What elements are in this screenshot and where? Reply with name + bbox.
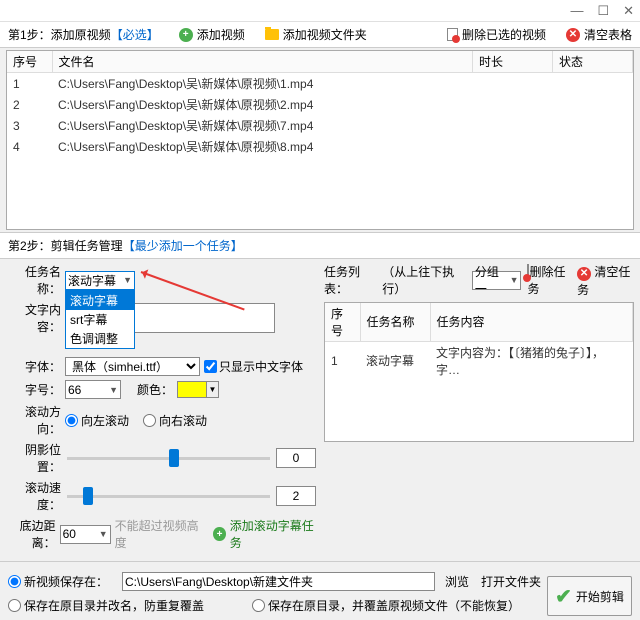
- group-select[interactable]: 分组一▼: [472, 271, 522, 290]
- video-table[interactable]: 序号 文件名 时长 状态 1C:\Users\Fang\Desktop\吴\新媒…: [6, 50, 634, 230]
- check-icon: ✔: [555, 584, 572, 609]
- save-to-radio[interactable]: 新视频保存在：: [8, 573, 108, 590]
- x-icon: ✕: [577, 267, 591, 281]
- start-edit-button[interactable]: ✔ 开始剪辑: [547, 576, 632, 616]
- delete-task-button[interactable]: 删除任务: [527, 263, 571, 297]
- tcol-name[interactable]: 任务名称: [360, 303, 430, 342]
- step2-header: 第2步：剪辑任务管理【最少添加一个任务】: [0, 232, 640, 259]
- speed-label: 滚动速度：: [6, 479, 61, 513]
- task-name-combo[interactable]: 滚动字幕▼: [65, 271, 135, 290]
- x-icon: ✕: [566, 28, 580, 42]
- col-status[interactable]: 状态: [553, 51, 633, 73]
- shadow-pos-slider[interactable]: [67, 448, 270, 468]
- bottom-panel: 新视频保存在： 浏览 打开文件夹 保存在原目录并改名，防重复覆盖 保存在原目录，…: [0, 568, 640, 620]
- size-select[interactable]: 66▼: [65, 380, 121, 399]
- chevron-down-icon: ▼: [123, 275, 132, 285]
- add-folder-button[interactable]: 添加视频文件夹: [265, 26, 367, 43]
- col-seq[interactable]: 序号: [7, 51, 52, 73]
- col-filename[interactable]: 文件名: [52, 51, 473, 73]
- tcol-seq[interactable]: 序号: [325, 303, 360, 342]
- speed-slider[interactable]: [67, 486, 270, 506]
- maximize-button[interactable]: ☐: [597, 3, 609, 19]
- font-label: 字体：: [6, 358, 61, 375]
- plus-icon: +: [213, 527, 226, 541]
- task-name-dropdown: 滚动字幕 srt字幕 色调调整: [65, 290, 135, 349]
- font-select[interactable]: 黑体（simhei.ttf）: [65, 357, 200, 376]
- dropdown-option[interactable]: srt字幕: [66, 310, 134, 329]
- clear-table-button[interactable]: ✕ 清空表格: [566, 26, 632, 43]
- folder-icon: [265, 29, 279, 40]
- size-label: 字号：: [6, 381, 61, 398]
- table-row[interactable]: 2C:\Users\Fang\Desktop\吴\新媒体\原视频\2.mp4: [7, 94, 633, 115]
- table-row[interactable]: 3C:\Users\Fang\Desktop\吴\新媒体\原视频\7.mp4: [7, 115, 633, 136]
- task-list-panel: 任务列表： （从上往下执行） 分组一▼ 删除任务 ✕ 清空任务 序号 任务名称 …: [324, 263, 634, 555]
- page-delete-icon: [447, 28, 458, 41]
- chinese-only-checkbox[interactable]: 只显示中文字体: [204, 358, 303, 375]
- step1-title: 第1步：添加原视频【必选】: [8, 26, 159, 43]
- direction-label: 滚动方向：: [6, 403, 61, 437]
- add-subtitle-task-button[interactable]: + 添加滚动字幕任务: [213, 517, 316, 551]
- task-form: 任务名称： 滚动字幕▼ 滚动字幕 srt字幕 色调调整 文字内容： 字体： 黑体…: [6, 263, 316, 555]
- close-button[interactable]: ✕: [623, 3, 634, 19]
- add-video-button[interactable]: + 添加视频: [179, 26, 245, 43]
- step1-header: 第1步：添加原视频【必选】 + 添加视频 添加视频文件夹 删除已选的视频 ✕ 清…: [0, 22, 640, 48]
- task-name-label: 任务名称：: [6, 263, 61, 297]
- clear-tasks-button[interactable]: ✕ 清空任务: [577, 263, 634, 298]
- shadow-pos-value: 0: [276, 448, 316, 468]
- save-path-input[interactable]: [122, 572, 435, 591]
- task-table[interactable]: 序号 任务名称 任务内容 1滚动字幕文字内容为：【〔猪猪的兔子〕】，字…: [324, 302, 634, 442]
- plus-icon: +: [179, 28, 193, 42]
- rename-radio[interactable]: 保存在原目录并改名，防重复覆盖: [8, 597, 204, 614]
- task-list-label: 任务列表：: [324, 263, 376, 297]
- table-row[interactable]: 1滚动字幕文字内容为：【〔猪猪的兔子〕】，字…: [325, 341, 633, 380]
- open-folder-button[interactable]: 打开文件夹: [481, 573, 541, 590]
- color-picker[interactable]: ▼: [177, 381, 219, 398]
- shadow-pos-label: 阴影位置：: [6, 441, 61, 475]
- text-content-label: 文字内容：: [6, 301, 61, 335]
- bottom-dist-label: 底边距离：: [6, 517, 56, 551]
- tcol-content[interactable]: 任务内容: [430, 303, 633, 342]
- table-row[interactable]: 4C:\Users\Fang\Desktop\吴\新媒体\原视频\8.mp4: [7, 136, 633, 157]
- color-label: 颜色：: [137, 381, 173, 398]
- minimize-button[interactable]: —: [570, 3, 583, 18]
- task-list-hint: （从上往下执行）: [382, 263, 466, 297]
- scroll-right-radio[interactable]: 向右滚动: [143, 412, 207, 429]
- bottom-dist-hint: 不能超过视频高度: [115, 517, 202, 551]
- browse-button[interactable]: 浏览: [445, 573, 469, 590]
- dropdown-option[interactable]: 滚动字幕: [66, 291, 134, 310]
- scroll-left-radio[interactable]: 向左滚动: [65, 412, 129, 429]
- delete-selected-button[interactable]: 删除已选的视频: [447, 26, 546, 43]
- dropdown-option[interactable]: 色调调整: [66, 329, 134, 348]
- bottom-dist-select[interactable]: 60▼: [60, 525, 111, 544]
- col-duration[interactable]: 时长: [473, 51, 553, 73]
- overwrite-radio[interactable]: 保存在原目录，并覆盖原视频文件（不能恢复）: [252, 597, 520, 614]
- speed-value: 2: [276, 486, 316, 506]
- window-titlebar: — ☐ ✕: [0, 0, 640, 22]
- table-row[interactable]: 1C:\Users\Fang\Desktop\吴\新媒体\原视频\1.mp4: [7, 73, 633, 95]
